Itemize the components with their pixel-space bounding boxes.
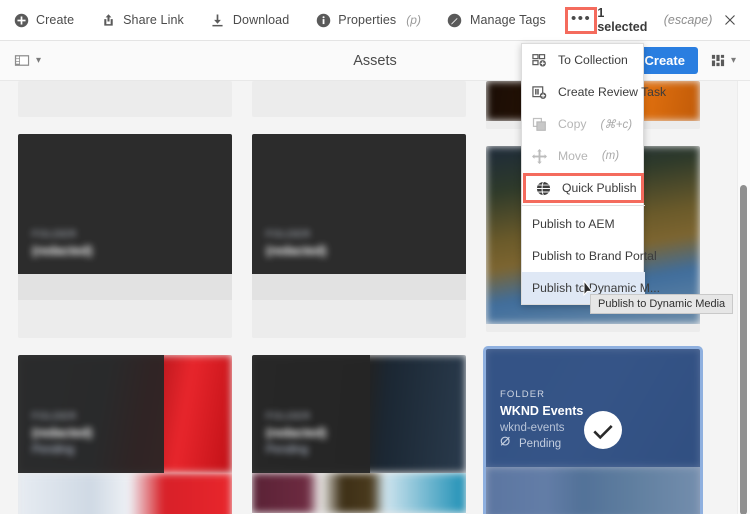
view-settings-button[interactable]: ▾ xyxy=(706,53,740,69)
menu-item-publish-to-brand-portal[interactable]: Publish to Brand Portal xyxy=(522,240,657,272)
menu-item-label: Publish to Dynamic M... xyxy=(532,281,661,295)
to-collection-icon xyxy=(532,53,547,68)
menu-item-create-review-task[interactable]: Create Review Task xyxy=(522,76,666,108)
asset-card-kind: FOLDER xyxy=(500,388,546,400)
assets-column-1: FOLDER (redacted) FOLDER (redacted) Pend… xyxy=(18,81,232,514)
asset-card-status: Pending xyxy=(266,444,309,457)
content-rail-toggle[interactable]: ▾ xyxy=(0,53,51,69)
download-icon xyxy=(210,12,226,28)
view-settings-icon xyxy=(710,53,726,69)
menu-item-to-collection[interactable]: To Collection xyxy=(522,44,645,76)
menu-item-publish-to-aem[interactable]: Publish to AEM xyxy=(522,208,645,240)
menu-item-label: Move xyxy=(558,149,588,163)
info-icon xyxy=(315,12,331,28)
menu-separator xyxy=(522,205,645,206)
asset-card-kind: FOLDER xyxy=(266,229,312,241)
asset-card-slug: wknd-events xyxy=(500,421,565,434)
check-circle-icon xyxy=(584,411,622,449)
asset-card-name: (redacted) xyxy=(32,426,93,441)
asset-card-name: (redacted) xyxy=(32,243,93,258)
asset-card[interactable]: FOLDER (redacted) xyxy=(252,134,466,338)
mouse-pointer-icon xyxy=(583,279,596,303)
share-link-label: Share Link xyxy=(123,13,184,27)
asset-card-name: (redacted) xyxy=(266,243,327,258)
assets-column-2: FOLDER (redacted) FOLDER (redacted) Pend… xyxy=(252,81,466,514)
asset-card-status-row: Pending xyxy=(500,436,583,453)
share-link-button[interactable]: Share Link xyxy=(87,0,197,41)
menu-item-shortcut: (⌘+c) xyxy=(600,119,633,131)
asset-card-selected[interactable]: FOLDER WKND Events wknd-events Pending xyxy=(483,346,703,514)
chevron-down-icon: ▾ xyxy=(730,55,736,66)
create-button-label: Create xyxy=(36,13,75,27)
asset-card-status: Pending xyxy=(32,444,75,457)
asset-card-name: (redacted) xyxy=(266,426,327,441)
menu-item-label: To Collection xyxy=(558,53,628,67)
asset-card-strip xyxy=(252,274,466,300)
asset-card-meta: FOLDER (redacted) xyxy=(266,228,326,260)
properties-label: Properties xyxy=(338,13,397,27)
create-button[interactable]: Create xyxy=(0,0,87,41)
menu-item-move[interactable]: Move (m) xyxy=(522,140,645,172)
globe-publish-icon xyxy=(536,181,551,196)
asset-card-meta: FOLDER WKND Events wknd-events Pending xyxy=(500,388,583,453)
manage-tags-label: Manage Tags xyxy=(469,13,546,27)
share-icon xyxy=(100,12,116,28)
move-icon xyxy=(532,148,547,164)
more-actions-button[interactable]: ••• xyxy=(564,6,598,34)
more-actions-menu: To Collection Create Review Task Copy (⌘… xyxy=(521,43,666,305)
asset-card-footer xyxy=(18,300,232,338)
asset-card-kind: FOLDER xyxy=(32,411,78,423)
menu-item-label: Publish to AEM xyxy=(532,217,615,231)
selection-escape-hint: (escape) xyxy=(663,13,713,27)
tooltip: Publish to Dynamic Media xyxy=(590,294,734,314)
asset-card-name: WKND Events xyxy=(500,403,584,418)
menu-item-label: Publish to Brand Portal xyxy=(532,249,657,263)
copy-icon xyxy=(532,117,547,132)
properties-button[interactable]: Properties (p) xyxy=(302,0,434,41)
asset-card[interactable]: FOLDER (redacted) xyxy=(18,134,232,338)
asset-card-strip xyxy=(18,274,232,300)
content-rail-icon xyxy=(14,53,30,69)
close-icon[interactable] xyxy=(722,11,738,29)
asset-card-footer xyxy=(252,300,466,338)
menu-item-label: Create Review Task xyxy=(558,85,667,99)
tag-edit-icon xyxy=(447,12,463,28)
asset-card[interactable] xyxy=(252,81,466,117)
menu-item-label: Quick Publish xyxy=(562,181,637,195)
menu-item-shortcut: (m) xyxy=(601,150,620,162)
more-ellipsis-icon: ••• xyxy=(570,10,592,27)
properties-shortcut: (p) xyxy=(406,13,421,27)
selection-action-toolbar: Create Share Link Download Properties (p… xyxy=(0,0,750,41)
asset-card-meta: FOLDER (redacted) Pending xyxy=(266,410,326,459)
selection-count-label: 1 selected xyxy=(597,6,648,34)
aem-assets-screen: Create Share Link Download Properties (p… xyxy=(0,0,750,514)
asset-card-meta: FOLDER (redacted) xyxy=(32,228,92,260)
download-button[interactable]: Download xyxy=(197,0,302,41)
asset-card-meta: FOLDER (redacted) Pending xyxy=(32,410,92,459)
asset-card-footer xyxy=(486,324,700,332)
properties-label-create: Download xyxy=(232,13,290,27)
vertical-scrollbar-track[interactable] xyxy=(737,81,750,514)
asset-card[interactable]: FOLDER (redacted) Pending xyxy=(252,355,466,514)
asset-card[interactable]: FOLDER (redacted) Pending xyxy=(18,355,232,514)
manage-tags-button[interactable]: Manage Tags xyxy=(434,0,559,41)
vertical-scrollbar-thumb[interactable] xyxy=(740,185,747,514)
plus-circle-icon xyxy=(13,12,29,28)
selection-status: 1 selected (escape) xyxy=(597,6,750,34)
more-actions-menu-list: To Collection Create Review Task Copy (⌘… xyxy=(522,44,666,304)
menu-item-copy[interactable]: Copy (⌘+c) xyxy=(522,108,645,140)
asset-card-status-label: Pending xyxy=(519,438,562,451)
asset-card[interactable] xyxy=(18,81,232,117)
publish-pending-icon xyxy=(500,436,512,453)
menu-item-quick-publish[interactable]: Quick Publish xyxy=(523,173,644,203)
asset-card-kind: FOLDER xyxy=(32,229,78,241)
menu-item-label: Copy xyxy=(558,117,587,131)
asset-card-kind: FOLDER xyxy=(266,411,312,423)
review-task-icon xyxy=(532,85,547,100)
chevron-down-icon: ▾ xyxy=(36,55,42,66)
